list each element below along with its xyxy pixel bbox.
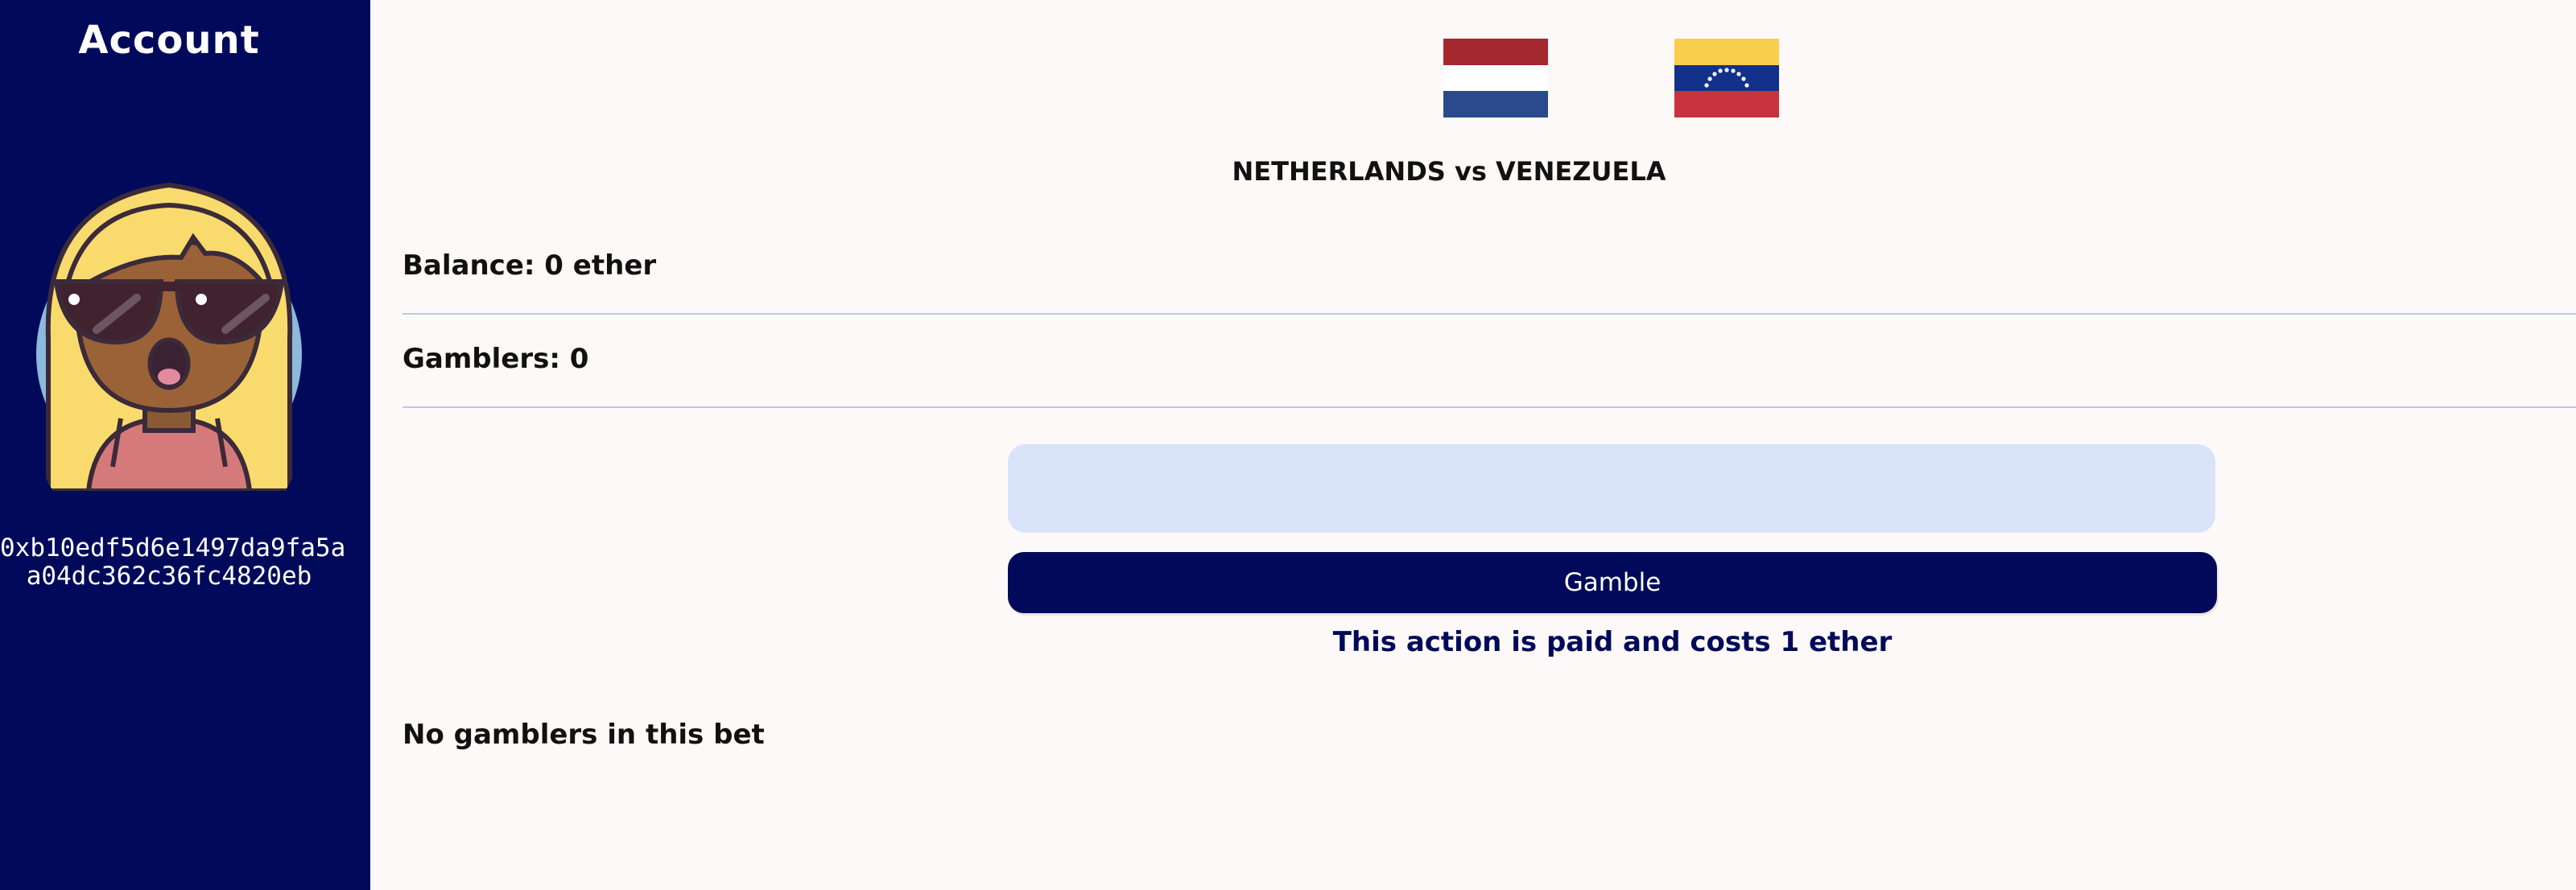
- account-sidebar: Account 0xb10edf5d6e1497da9fa5a a04dc362…: [0, 0, 370, 890]
- venezuela-flag-icon: [1674, 39, 1779, 117]
- balance-text: Balance: 0 ether: [402, 249, 657, 282]
- bet-detail-panel: NETHERLANDS vs VENEZUELA Balance: 0 ethe…: [370, 0, 2576, 890]
- gamblers-empty-message: No gamblers in this bet: [402, 719, 765, 751]
- avatar-woman-sunglasses-icon: [36, 182, 302, 491]
- gamblers-count-text: Gamblers: 0: [402, 343, 589, 375]
- gamble-button[interactable]: Gamble: [1008, 552, 2217, 613]
- divider: [402, 313, 2576, 315]
- bet-amount-input[interactable]: [1008, 444, 2215, 533]
- netherlands-flag-icon: [1443, 39, 1548, 117]
- cost-note: This action is paid and costs 1 ether: [1332, 626, 1893, 658]
- match-title: NETHERLANDS vs VENEZUELA: [1232, 156, 1666, 187]
- divider: [402, 406, 2576, 408]
- sidebar-title: Account: [78, 18, 260, 63]
- wallet-address: 0xb10edf5d6e1497da9fa5a a04dc362c36fc482…: [0, 534, 346, 591]
